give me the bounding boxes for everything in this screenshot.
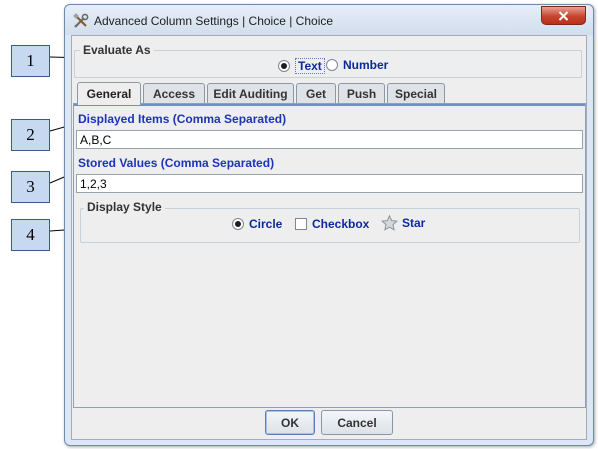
tab-general[interactable]: General (77, 82, 141, 105)
tab-get[interactable]: Get (296, 83, 336, 104)
star-icon (381, 215, 398, 231)
tab-access[interactable]: Access (143, 83, 205, 104)
ok-button[interactable]: OK (265, 410, 315, 435)
star-option-label: Star (402, 216, 426, 230)
title-bar[interactable]: Advanced Column Settings | Choice | Choi… (65, 5, 593, 35)
callout-2: 2 (11, 119, 50, 151)
callout-3: 3 (11, 171, 50, 203)
stored-values-label: Stored Values (Comma Separated) (78, 156, 275, 170)
circle-option-label: Circle (249, 217, 283, 231)
radio-selected-icon (278, 60, 290, 72)
displayed-items-label: Displayed Items (Comma Separated) (78, 112, 287, 126)
close-button[interactable] (541, 6, 586, 25)
checkbox-icon (295, 218, 307, 230)
stored-values-input[interactable] (76, 174, 583, 193)
display-style-legend: Display Style (84, 200, 165, 214)
tab-special[interactable]: Special (387, 83, 445, 104)
radio-label-text: Text (295, 58, 325, 74)
display-style-star-option[interactable]: Star (381, 215, 425, 231)
radio-label-number: Number (343, 58, 389, 72)
display-style-checkbox-option[interactable]: Checkbox (295, 217, 369, 231)
screenshot-root: Advanced Column Settings | Choice | Choi… (0, 0, 598, 449)
evaluate-as-text-radio[interactable]: Text (278, 58, 325, 74)
tab-push[interactable]: Push (338, 83, 385, 104)
callout-1: 1 (11, 45, 50, 77)
general-tab-panel: Displayed Items (Comma Separated) Stored… (73, 103, 586, 408)
tab-edit-auditing[interactable]: Edit Auditing (207, 83, 294, 104)
dialog-content: Evaluate As Text Number General Access E… (71, 35, 587, 440)
cancel-button[interactable]: Cancel (321, 410, 393, 435)
advanced-column-settings-dialog: Advanced Column Settings | Choice | Choi… (64, 4, 594, 446)
radio-unselected-icon (326, 59, 338, 71)
close-x-icon (558, 10, 569, 21)
tools-icon (73, 13, 89, 28)
evaluate-as-legend: Evaluate As (80, 43, 154, 57)
displayed-items-input[interactable] (76, 130, 583, 149)
window-title: Advanced Column Settings | Choice | Choi… (94, 14, 334, 28)
display-style-circle-radio[interactable]: Circle (232, 217, 282, 231)
callout-4: 4 (11, 219, 50, 251)
evaluate-as-number-radio[interactable]: Number (326, 58, 388, 72)
radio-selected-icon (232, 218, 244, 230)
checkbox-option-label: Checkbox (312, 217, 370, 231)
